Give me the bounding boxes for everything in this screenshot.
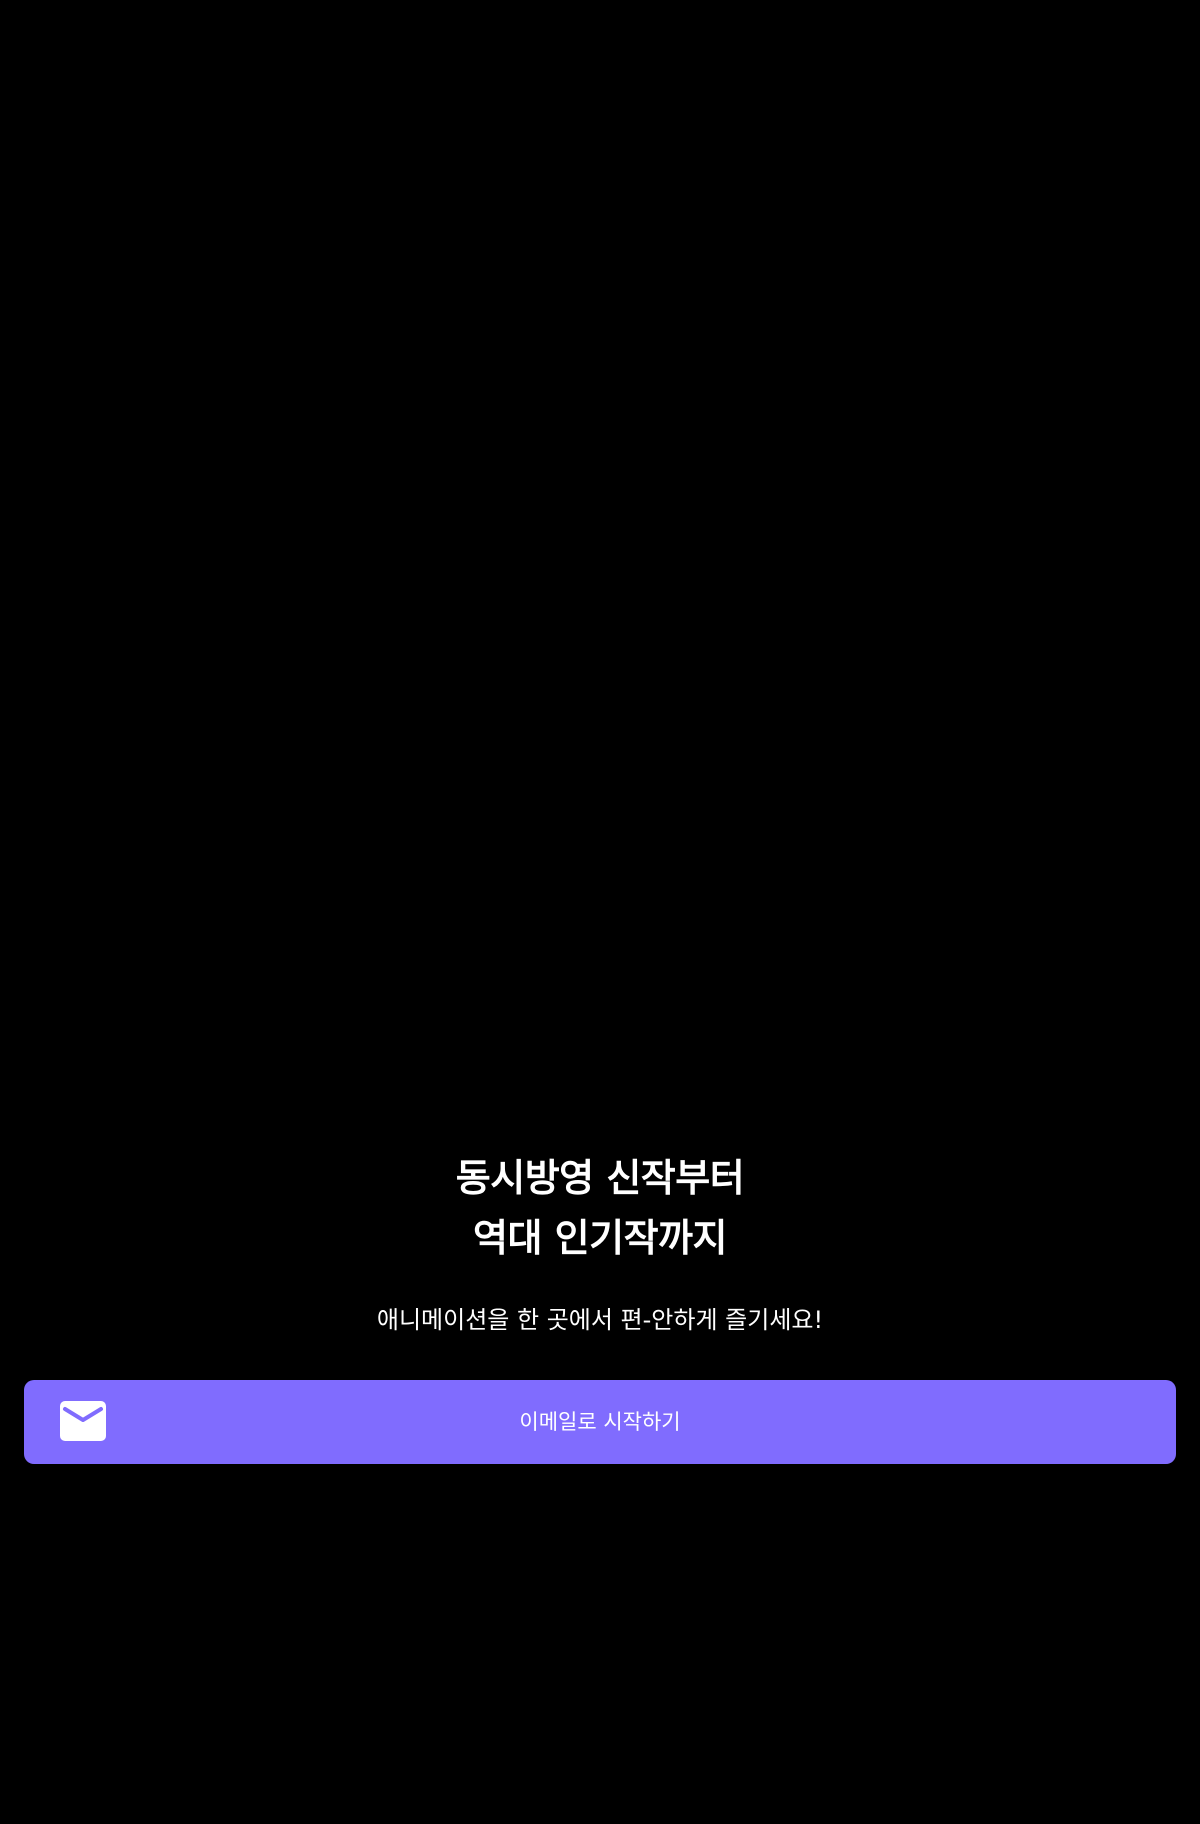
email-start-button[interactable]: 이메일로 시작하기	[24, 1380, 1176, 1464]
headline: 동시방영 신작부터 역대 인기작까지	[0, 1148, 1200, 1268]
email-start-button-label: 이메일로 시작하기	[519, 1410, 681, 1434]
subtitle: 애니메이션을 한 곳에서 편-안하게 즐기세요!	[376, 1306, 824, 1334]
headline-line-2: 역대 인기작까지	[473, 1216, 727, 1260]
onboarding-screen: 동시방영 신작부터 역대 인기작까지 애니메이션을 한 곳에서 편-안하게 즐기…	[0, 0, 1200, 1824]
headline-line-1: 동시방영 신작부터	[455, 1156, 745, 1200]
